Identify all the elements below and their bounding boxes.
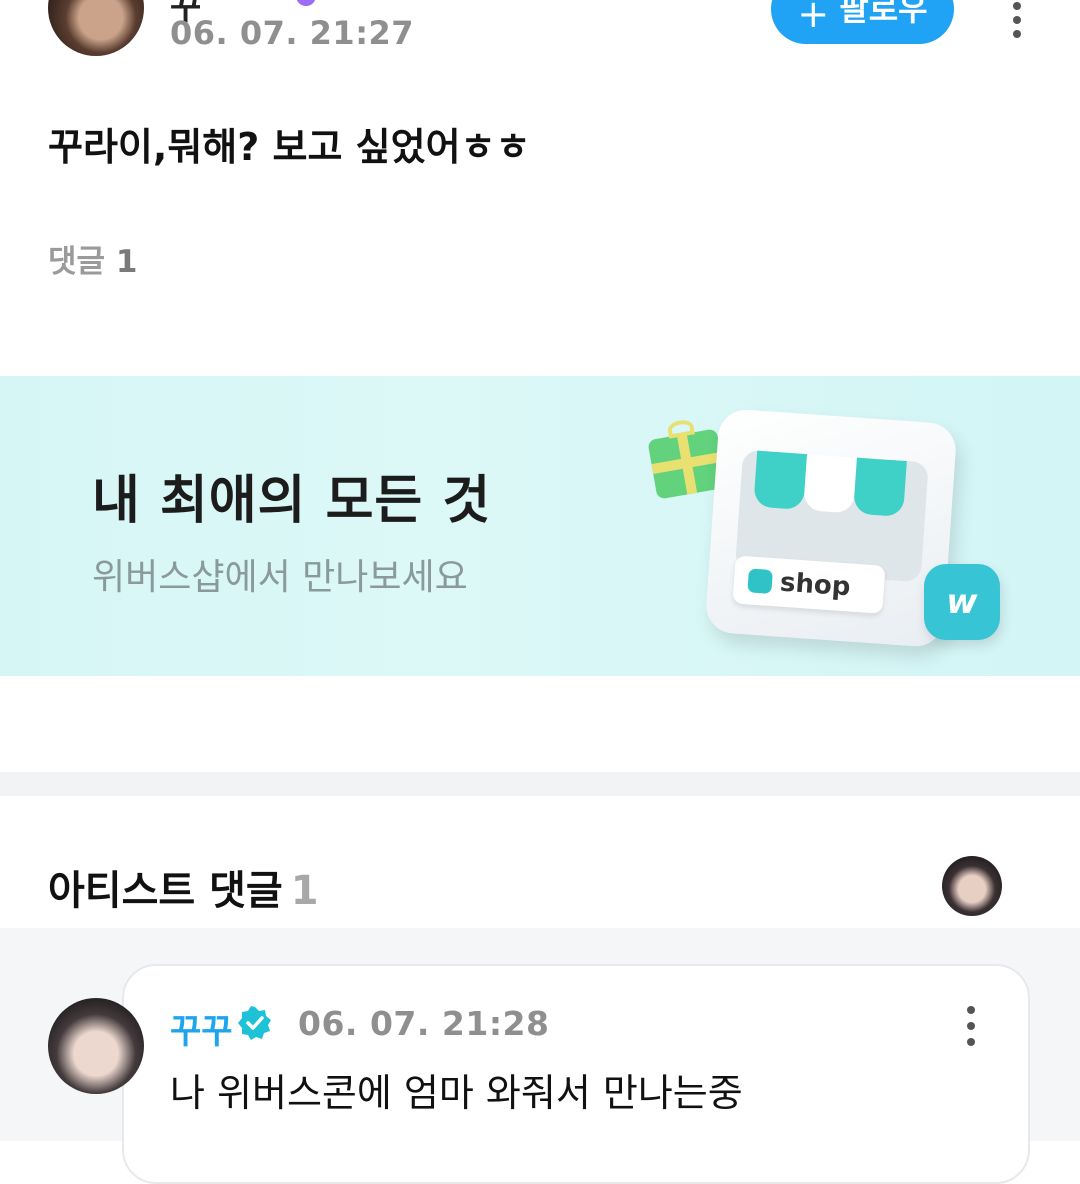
more-options-icon[interactable] <box>1006 2 1028 38</box>
shopping-bag-icon: w <box>924 564 1000 640</box>
artist-comments-count: 1 <box>290 868 319 914</box>
shop-sign-text: shop <box>779 567 852 603</box>
commenter-avatar[interactable] <box>48 998 144 1094</box>
artist-comments-heading: 아티스트 댓글 1 <box>48 858 319 916</box>
follow-button[interactable]: + 팔로우 <box>771 0 954 44</box>
banner-subtitle: 위버스샵에서 만나보세요 <box>92 557 468 598</box>
comment-more-icon[interactable] <box>960 1006 982 1046</box>
commenter-name[interactable]: 꾸꾸 <box>170 1004 233 1053</box>
section-divider <box>0 772 1080 796</box>
verified-badge-icon <box>238 1006 271 1040</box>
store-illustration: shop <box>704 407 958 649</box>
comment-count-link[interactable]: 댓글 1 <box>48 236 137 281</box>
post-timestamp: 06. 07. 21:27 <box>170 14 415 52</box>
artist-comments-title: 아티스트 댓글 <box>48 868 283 914</box>
verified-icon <box>296 0 316 6</box>
plus-icon: + <box>797 0 830 36</box>
comment-timestamp: 06. 07. 21:28 <box>298 1004 550 1043</box>
artist-avatar[interactable] <box>942 856 1002 916</box>
author-avatar[interactable] <box>48 0 144 56</box>
comment-text: 나 위버스콘에 엄마 와줘서 만나는중 <box>170 1071 743 1115</box>
comment-label: 댓글 <box>48 244 106 280</box>
comment-count: 1 <box>115 244 138 280</box>
banner-title: 내 최애의 모든 것 <box>92 471 492 531</box>
follow-label: 팔로우 <box>839 0 928 28</box>
post-text: 꾸라이,뭐해? 보고 싶었어ㅎㅎ <box>48 125 531 169</box>
shop-logo-icon <box>747 568 773 594</box>
